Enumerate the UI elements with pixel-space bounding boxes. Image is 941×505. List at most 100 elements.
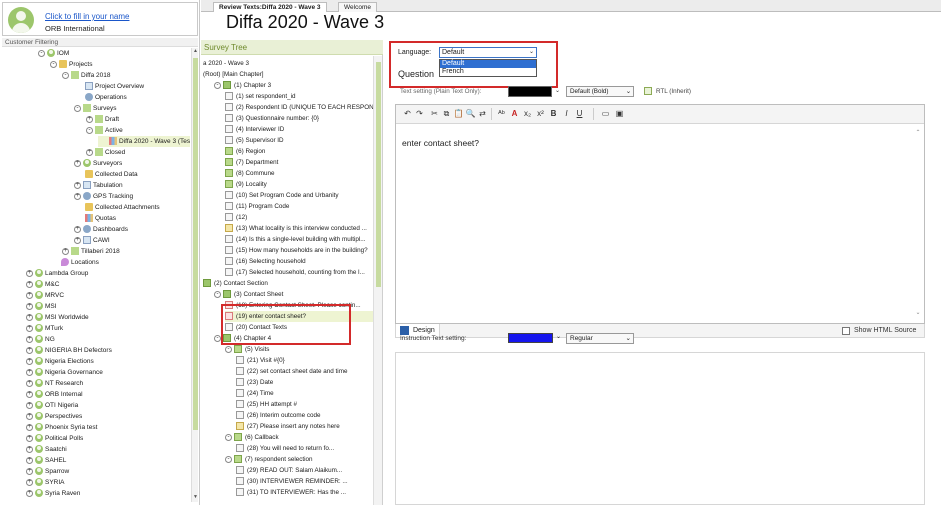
survey-tree-item[interactable]: - (6) Callback <box>225 432 373 443</box>
instruction-text-editor[interactable] <box>395 352 925 505</box>
customer-tree-item[interactable]: + ORB Internal <box>26 389 190 400</box>
survey-tree-item[interactable]: (6) Region <box>225 146 373 157</box>
expand-icon[interactable]: + <box>86 148 93 156</box>
expand-icon[interactable]: + <box>26 445 33 453</box>
customer-tree-item[interactable]: Collected Attachments <box>74 202 190 213</box>
scroll-thumb[interactable] <box>193 58 198 430</box>
survey-tree-item[interactable]: (5) Supervisor ID <box>225 135 373 146</box>
subscript-icon[interactable]: x₂ <box>522 108 533 119</box>
collapse-icon[interactable]: - <box>225 433 232 441</box>
customer-tree-item[interactable]: Project Overview <box>74 81 190 92</box>
chevron-down-icon[interactable]: ⌄ <box>555 87 563 97</box>
scroll-down-icon[interactable]: ▼ <box>192 494 199 500</box>
survey-tree-item[interactable]: (4) Interviewer ID <box>225 124 373 135</box>
collapse-icon[interactable]: - <box>214 81 221 89</box>
insert-image-icon[interactable]: ▭ <box>600 108 611 119</box>
expand-icon[interactable]: + <box>26 401 33 409</box>
expand-icon[interactable]: + <box>74 181 81 189</box>
survey-tree-item[interactable]: (24) Time <box>236 388 373 399</box>
expand-icon[interactable]: + <box>62 247 69 255</box>
expand-icon[interactable]: + <box>26 467 33 475</box>
survey-tree-item[interactable]: (26) Interim outcome code <box>236 410 373 421</box>
expand-icon[interactable]: + <box>26 313 33 321</box>
customer-tree-item[interactable]: + CAWI <box>74 235 190 246</box>
customer-tree-item[interactable]: + OTI Nigeria <box>26 400 190 411</box>
customer-tree-item[interactable]: + Political Polls <box>26 433 190 444</box>
collapse-icon[interactable]: - <box>38 49 45 57</box>
customer-tree-item[interactable]: - Surveys <box>74 103 190 114</box>
survey-tree-item[interactable]: (1) set respondent_id <box>225 91 373 102</box>
expand-icon[interactable]: + <box>74 159 81 167</box>
customer-tree-item[interactable]: + Nigeria Governance <box>26 367 190 378</box>
customer-tree-item[interactable]: + Nigeria Elections <box>26 356 190 367</box>
survey-tree-item[interactable]: (21) Visit #{0} <box>236 355 373 366</box>
customer-tree-item[interactable]: + M&C <box>26 279 190 290</box>
collapse-icon[interactable]: - <box>214 290 221 298</box>
collapse-icon[interactable]: - <box>225 455 232 463</box>
rtl-checkbox[interactable] <box>644 87 652 95</box>
insert-media-icon[interactable]: ▣ <box>614 108 625 119</box>
expand-icon[interactable]: + <box>26 412 33 420</box>
expand-icon[interactable]: + <box>26 478 33 486</box>
customer-tree-item[interactable]: + Dashboards <box>74 224 190 235</box>
survey-tree-item[interactable]: (2) Contact Section <box>203 278 373 289</box>
expand-icon[interactable]: + <box>26 390 33 398</box>
customer-tree-item[interactable]: + Saatchi <box>26 444 190 455</box>
expand-icon[interactable]: + <box>26 346 33 354</box>
text-color-picker[interactable] <box>508 86 552 97</box>
customer-tree-item[interactable]: Collected Data <box>74 169 190 180</box>
survey-tree-item[interactable]: - (7) respondent selection <box>225 454 373 465</box>
survey-tree-item[interactable]: (11) Program Code <box>225 201 373 212</box>
survey-tree-item[interactable]: (8) Commune <box>225 168 373 179</box>
survey-tree-item[interactable]: - (3) Contact Sheet <box>214 289 373 300</box>
customer-tree-item[interactable]: + MSI <box>26 301 190 312</box>
fill-name-link[interactable]: Click to fill in your name <box>45 12 129 21</box>
customer-tree-item[interactable]: Operations <box>74 92 190 103</box>
expand-icon[interactable]: + <box>26 379 33 387</box>
customer-tree-item[interactable]: + MRVC <box>26 290 190 301</box>
survey-tree-item[interactable]: (12) <box>225 212 373 223</box>
survey-tree-item[interactable]: (7) Department <box>225 157 373 168</box>
expand-icon[interactable]: + <box>26 269 33 277</box>
customer-tree-item[interactable]: - Projects <box>50 59 190 70</box>
customer-tree-item[interactable]: + Phoenix Syria test <box>26 422 190 433</box>
survey-tree-item[interactable]: (16) Selecting household <box>225 256 373 267</box>
paste-icon[interactable]: 📋 <box>453 108 464 119</box>
survey-tree-item[interactable]: (14) Is this a single-level building wit… <box>225 234 373 245</box>
customer-tree-item[interactable]: + Surveyors <box>74 158 190 169</box>
collapse-icon[interactable]: - <box>214 334 221 342</box>
customer-tree-item[interactable]: + NT Research <box>26 378 190 389</box>
expand-icon[interactable]: + <box>74 192 81 200</box>
customer-tree-item[interactable]: Locations <box>50 257 190 268</box>
expand-icon[interactable]: + <box>26 489 33 497</box>
font-color-icon[interactable]: A <box>509 108 520 119</box>
expand-icon[interactable]: + <box>26 434 33 442</box>
collapse-icon[interactable]: - <box>50 60 57 68</box>
bold-icon[interactable]: B <box>548 108 559 119</box>
tab-review-texts[interactable]: Review Texts:Diffa 2020 - Wave 3 <box>213 2 327 12</box>
expand-icon[interactable]: + <box>74 225 81 233</box>
instruction-style-select[interactable]: Regular ⌄ <box>566 333 634 344</box>
survey-tree-item[interactable]: (27) Please insert any notes here <box>236 421 373 432</box>
editor-scrollbar[interactable]: ⌃ ⌄ <box>914 129 922 319</box>
survey-tree-item[interactable]: (30) INTERVIEWER REMINDER: ... <box>236 476 373 487</box>
customer-tree-item[interactable]: - Active <box>86 125 190 136</box>
expand-icon[interactable]: + <box>26 368 33 376</box>
customer-tree-item[interactable]: + NG <box>26 334 190 345</box>
survey-tree-item[interactable]: - (5) Visits <box>225 344 373 355</box>
customer-tree-item[interactable]: - IOM <box>38 48 190 59</box>
expand-icon[interactable]: + <box>26 280 33 288</box>
customer-tree-item[interactable]: + Tabulation <box>74 180 190 191</box>
underline-icon[interactable]: U <box>574 108 585 119</box>
survey-tree-scrollbar[interactable] <box>373 56 382 505</box>
chevron-down-icon[interactable]: ⌄ <box>556 333 561 340</box>
spellcheck-icon[interactable]: ᴬᵇ <box>496 108 507 119</box>
customer-tree-item[interactable]: + SAHEL <box>26 455 190 466</box>
survey-tree-item[interactable]: (22) set contact sheet date and time <box>236 366 373 377</box>
redo-icon[interactable]: ↷ <box>414 108 425 119</box>
find-icon[interactable]: 🔍 <box>465 108 476 119</box>
scroll-up-icon[interactable]: ⌃ <box>914 129 922 136</box>
undo-icon[interactable]: ↶ <box>402 108 413 119</box>
survey-tree-item[interactable]: (9) Locality <box>225 179 373 190</box>
instruction-color-picker[interactable] <box>508 333 553 343</box>
